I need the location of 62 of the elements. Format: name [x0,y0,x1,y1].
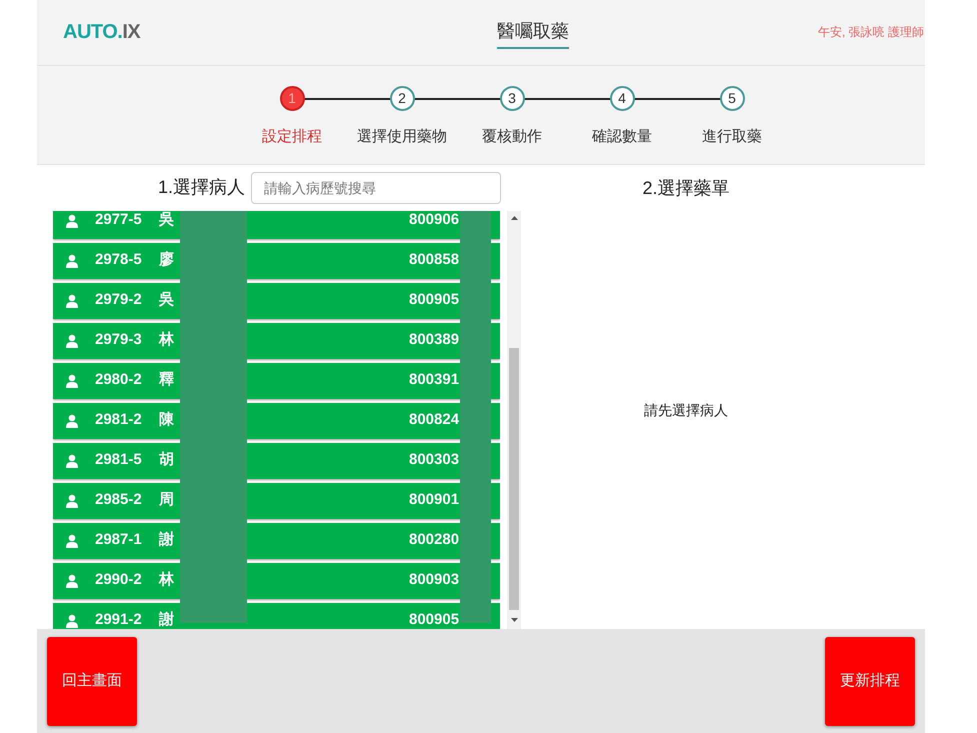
patient-name: 林 [159,330,175,350]
logo-suffix: IX [122,21,140,44]
person-icon [65,334,79,348]
search-field[interactable]: 請輸入病歷號搜尋 [251,172,501,204]
nav-button[interactable]: 更新排程 [825,636,915,726]
bed-number: 2987-1 [95,530,143,550]
record-number: 800905 [409,290,460,310]
person-icon [65,574,79,588]
greeting-text: 午安, 張詠喨 護理師 [818,24,924,42]
record-number: 800280 [409,530,460,550]
bed-number: 2981-5 [95,450,143,470]
bed-number: 2979-2 [95,290,143,310]
person-icon [65,374,79,388]
patient-name: 林 [159,570,175,590]
patient-name: 釋 [159,370,175,390]
person-icon [65,294,79,308]
bed-number: 2979-3 [95,330,143,350]
record-number: 800303 [409,450,460,470]
step-label: 設定排程 [262,126,322,147]
person-icon [65,454,79,468]
bed-number: 2991-2 [95,610,143,629]
person-icon [65,494,79,508]
record-number: 800901 [409,490,460,510]
bed-number: 2977-5 [95,210,143,230]
patient-name: 胡 [159,450,175,470]
bed-number: 2981-2 [95,410,143,430]
person-icon [65,614,79,628]
nav-button[interactable]: 回主畫面 [47,636,137,726]
patient-name: 吳 [159,290,175,310]
record-number: 800906 [409,210,460,230]
bed-number: 2980-2 [95,370,143,390]
bed-number: 2990-2 [95,570,143,590]
patient-name: 廖 [159,250,175,270]
patient-name: 吳 [159,210,175,230]
bed-number: 2985-2 [95,490,143,510]
patient-name: 謝 [159,610,175,629]
step-label: 確認數量 [592,126,652,147]
logo-text: AUTO. [63,21,122,44]
step-label: 進行取藥 [702,126,762,147]
patient-name: 謝 [159,530,175,550]
scroll-up-icon[interactable] [510,216,518,220]
empty-message: 請先選擇病人 [644,400,728,420]
record-number: 800389 [409,330,460,350]
scrollbar[interactable] [507,210,521,629]
step-label: 覆核動作 [482,126,542,147]
person-icon [65,534,79,548]
section-heading: 2.選擇藥單 [642,176,730,200]
record-number: 800905 [409,610,460,629]
page-title: 醫囑取藥 [497,18,569,49]
record-number: 800391 [409,370,460,390]
step-label: 選擇使用藥物 [357,126,447,147]
person-icon [65,214,79,228]
record-number: 800824 [409,410,460,430]
bed-number: 2978-5 [95,250,143,270]
section-heading: 1.選擇病人 [158,176,245,200]
record-number: 800903 [409,570,460,590]
person-icon [65,254,79,268]
patient-name: 周 [159,490,175,510]
person-icon [65,414,79,428]
patient-name: 陳 [159,410,175,430]
scroll-down-icon[interactable] [510,618,518,622]
record-number: 800858 [409,250,460,270]
